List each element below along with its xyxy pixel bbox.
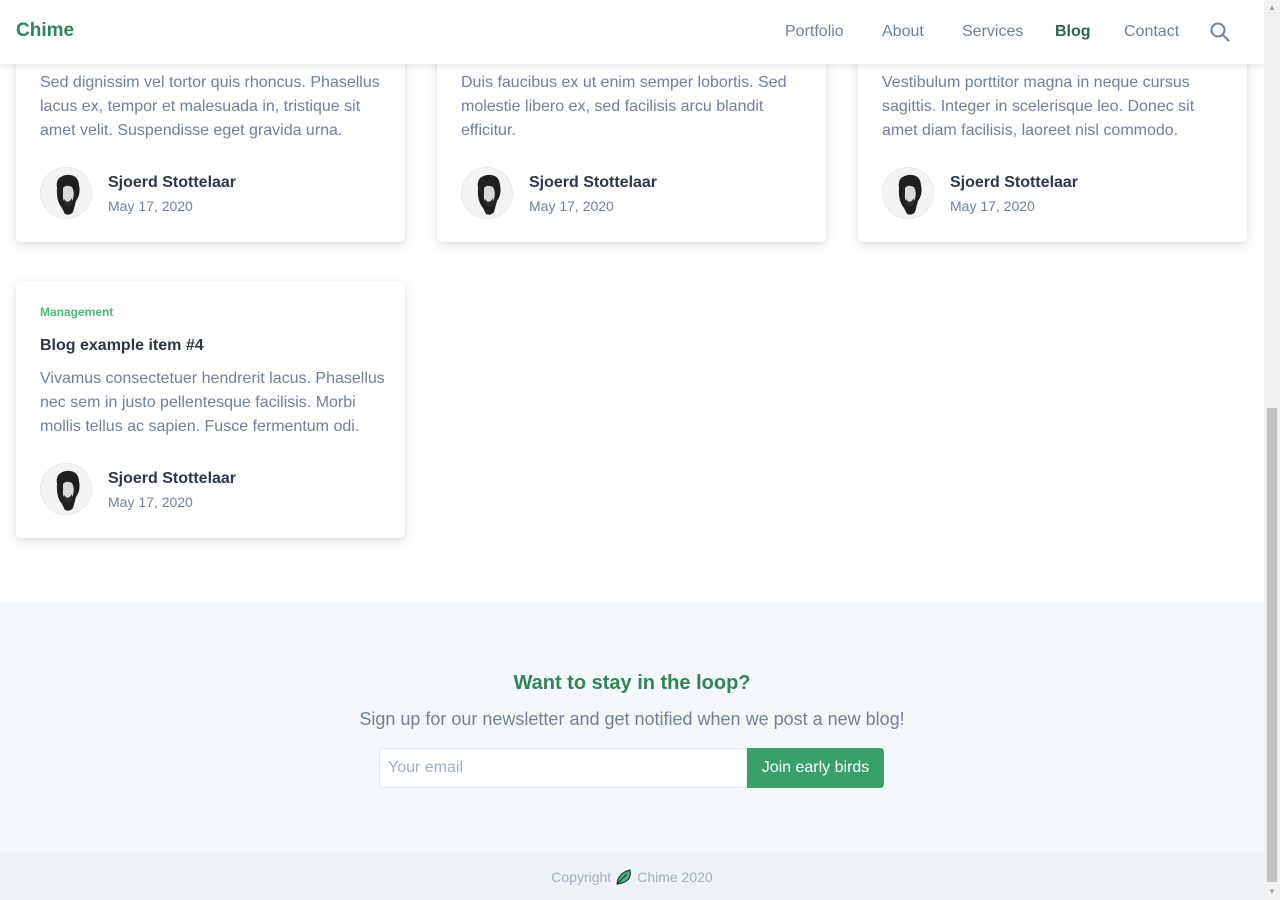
post-date: May 17, 2020 <box>529 198 614 214</box>
card-excerpt: Vivamus consectetuer hendrerit lacus. Ph… <box>40 370 385 435</box>
copyright-label: Copyright <box>551 869 612 885</box>
author-name[interactable]: Sjoerd Stottelaar <box>950 174 1078 192</box>
nav-link-blog[interactable]: Blog <box>1055 23 1091 41</box>
footer-brand-year[interactable]: Chime 2020 <box>637 869 713 885</box>
card-excerpt: Sed dignissim vel tortor quis rhoncus. P… <box>40 74 380 139</box>
email-field[interactable] <box>379 748 748 788</box>
nav-link-about[interactable]: About <box>882 23 924 41</box>
blog-card-4[interactable]: Management Blog example item #4 Vivamus … <box>16 281 405 538</box>
nav-link-portfolio[interactable]: Portfolio <box>785 23 844 41</box>
scroll-down-arrow-icon[interactable]: ▼ <box>1264 884 1280 900</box>
card-excerpt: Vestibulum porttitor magna in neque curs… <box>882 74 1195 139</box>
newsletter-heading: Want to stay in the loop? <box>513 672 751 694</box>
card-category[interactable]: Management <box>40 305 113 319</box>
post-date: May 17, 2020 <box>108 198 193 214</box>
join-early-birds-button[interactable]: Join early birds <box>747 748 884 788</box>
author-name[interactable]: Sjoerd Stottelaar <box>108 174 236 192</box>
avatar <box>882 167 934 219</box>
author-portrait-image <box>41 464 91 514</box>
top-navbar: Chime Portfolio About Services Blog Cont… <box>0 0 1264 64</box>
author-name[interactable]: Sjoerd Stottelaar <box>529 174 657 192</box>
author-portrait-image <box>883 168 933 218</box>
newsletter-form: Join early birds <box>379 748 884 788</box>
search-icon[interactable] <box>1209 21 1231 43</box>
avatar <box>40 463 92 515</box>
brand-logo-link[interactable]: Chime <box>16 20 74 42</box>
nav-link-contact[interactable]: Contact <box>1124 23 1179 41</box>
page-scrollbar[interactable]: ▲ ▼ <box>1264 0 1280 900</box>
author-portrait-image <box>462 168 512 218</box>
newsletter-subheading: Sign up for our newsletter and get notif… <box>359 709 905 729</box>
post-date: May 17, 2020 <box>950 198 1035 214</box>
scrollbar-thumb[interactable] <box>1267 408 1277 882</box>
avatar <box>461 167 513 219</box>
author-name[interactable]: Sjoerd Stottelaar <box>108 470 236 488</box>
post-date: May 17, 2020 <box>108 494 193 510</box>
nav-link-services[interactable]: Services <box>962 23 1023 41</box>
author-portrait-image <box>41 168 91 218</box>
copyright-line: Copyright Chime 2020 <box>0 868 1264 889</box>
page-viewport: Sed dignissim vel tortor quis rhoncus. P… <box>0 0 1264 900</box>
footer: Copyright Chime 2020 <box>0 852 1264 900</box>
avatar <box>40 167 92 219</box>
card-excerpt: Duis faucibus ex ut enim semper lobortis… <box>461 74 787 139</box>
card-title[interactable]: Blog example item #4 <box>40 337 204 355</box>
leaf-icon <box>615 868 633 889</box>
newsletter-section: Want to stay in the loop? Sign up for ou… <box>0 603 1264 852</box>
scroll-up-arrow-icon[interactable]: ▲ <box>1264 0 1280 16</box>
